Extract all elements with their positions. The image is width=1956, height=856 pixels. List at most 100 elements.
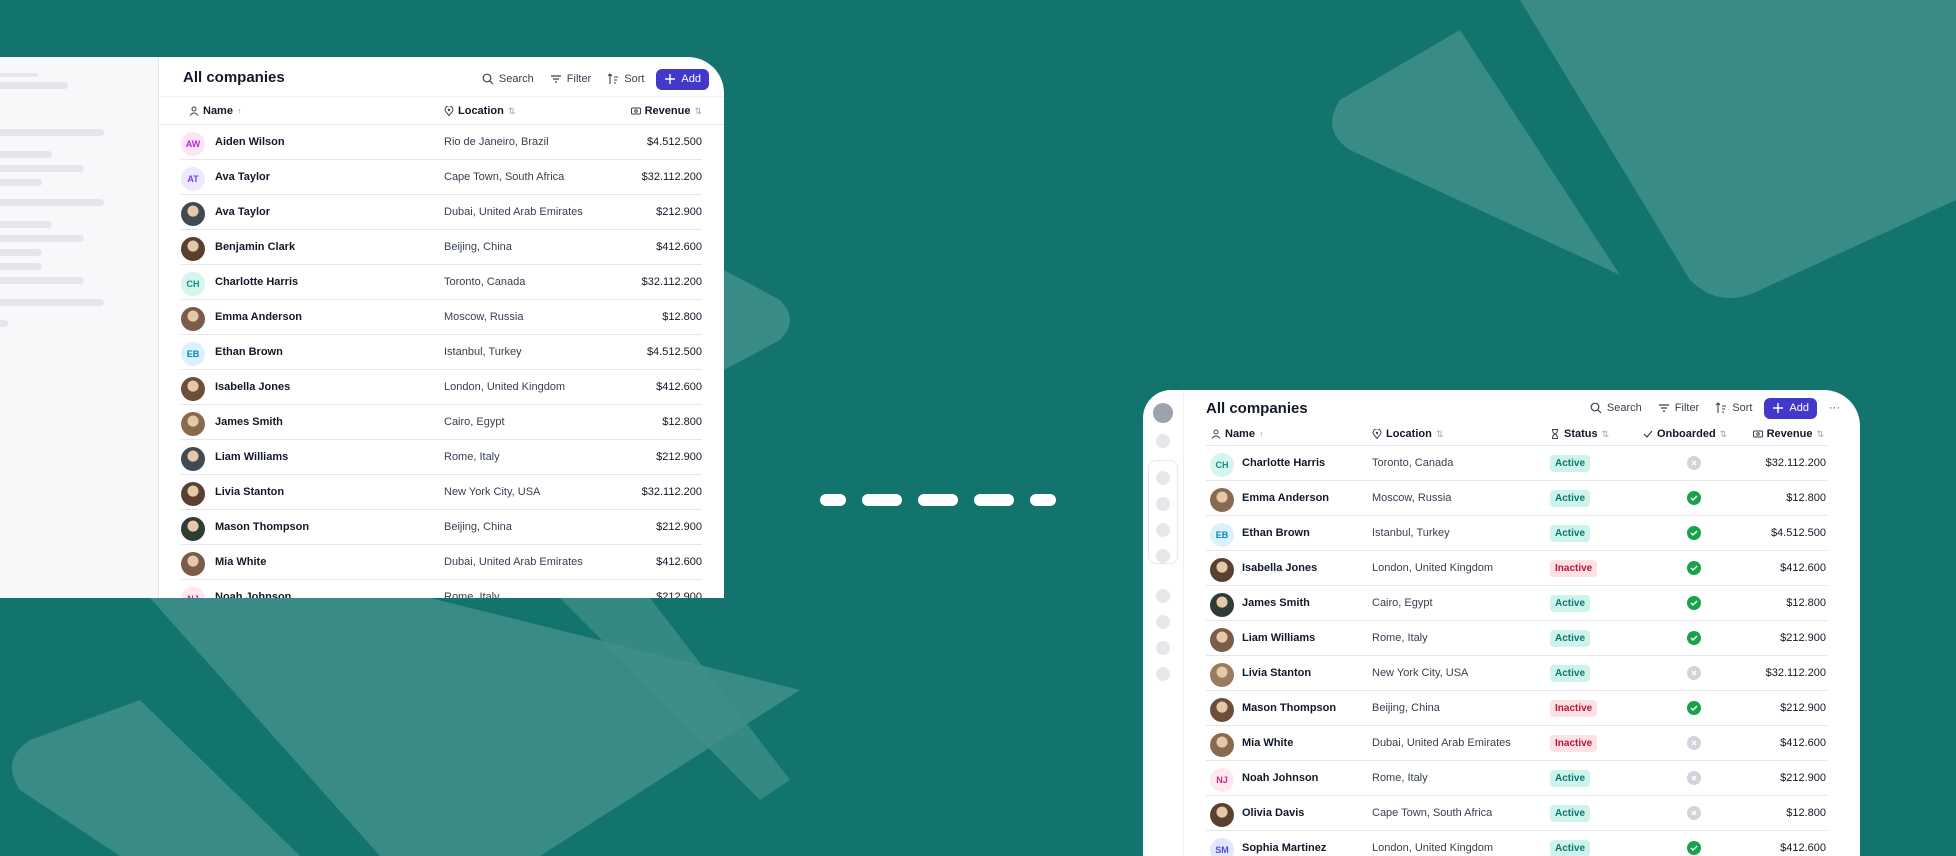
table-row[interactable]: EB Ethan Brown Istanbul, Turkey Active $4.51…	[1206, 516, 1828, 551]
table-row[interactable]: Isabella Jones London, United Kingdom Inac…	[1206, 551, 1828, 586]
table-row[interactable]: AT Ava Taylor Cape Town, South Africa $32.1…	[181, 160, 702, 195]
skeleton-bar	[0, 320, 8, 327]
avatar-initials: EB	[181, 342, 205, 366]
more-options-button[interactable]: ···	[1825, 397, 1844, 419]
table-row[interactable]: James Smith Cairo, Egypt $12.800	[181, 405, 702, 440]
sort-button[interactable]: Sort	[1711, 397, 1756, 419]
money-icon	[1752, 430, 1763, 438]
add-button[interactable]: Add	[1764, 397, 1817, 419]
table-row[interactable]: James Smith Cairo, Egypt Active $12.800	[1206, 586, 1828, 621]
company-location: Toronto, Canada	[444, 276, 526, 288]
avatar-photo	[1210, 803, 1234, 827]
table-row[interactable]: Liam Williams Rome, Italy $212.900	[181, 440, 702, 475]
table-row[interactable]: CH Charlotte Harris Toronto, Canada Active $…	[1206, 446, 1828, 481]
plus-icon	[1773, 403, 1784, 413]
companies-panel-right: All companies Search Filter Sort Add ···…	[1143, 390, 1860, 856]
workspace-avatar[interactable]	[1153, 403, 1173, 423]
column-header-location[interactable]: Location ⇅	[444, 105, 515, 117]
add-label: Add	[681, 73, 701, 85]
company-location: New York City, USA	[1372, 667, 1469, 679]
filter-button[interactable]: Filter	[1654, 397, 1703, 419]
page-title: All companies	[1206, 400, 1308, 417]
sort-label: Sort	[1732, 402, 1753, 414]
nav-icon[interactable]	[1156, 434, 1170, 448]
money-icon	[630, 107, 641, 115]
column-header-name[interactable]: Name ↑	[189, 105, 241, 117]
table-row[interactable]: NJ Noah Johnson Rome, Italy Active $212.900	[1206, 761, 1828, 796]
column-header-status[interactable]: Status ⇅	[1550, 428, 1609, 440]
nav-icon[interactable]	[1156, 523, 1170, 537]
company-name: Mia White	[1242, 737, 1294, 749]
avatar-photo	[181, 552, 205, 576]
table-row[interactable]: Mason Thompson Beijing, China $212.900	[181, 510, 702, 545]
search-label: Search	[1606, 402, 1642, 414]
search-button[interactable]: Search	[478, 68, 538, 90]
table-row[interactable]: Livia Stanton New York City, USA Active $32…	[1206, 656, 1828, 691]
table-row[interactable]: Olivia Davis Cape Town, South Africa Activ…	[1206, 796, 1828, 831]
company-name: Noah Johnson	[1242, 772, 1319, 784]
column-label: Revenue	[644, 105, 691, 117]
search-button[interactable]: Search	[1586, 397, 1646, 419]
table-row[interactable]: SM Sophia Martinez London, United Kingdom A…	[1206, 831, 1828, 856]
column-label: Onboarded	[1657, 428, 1716, 440]
status-badge: Active	[1550, 525, 1591, 542]
nav-icon[interactable]	[1156, 589, 1170, 603]
table-row[interactable]: Liam Williams Rome, Italy Active $212.900	[1206, 621, 1828, 656]
company-name: Liam Williams	[215, 451, 289, 463]
sort-button[interactable]: Sort	[603, 68, 648, 90]
search-icon	[1590, 402, 1602, 414]
avatar-initials: EB	[1210, 523, 1234, 547]
divider-dash	[974, 494, 1014, 506]
table-row[interactable]: Emma Anderson Moscow, Russia Active $12.800	[1206, 481, 1828, 516]
company-location: Istanbul, Turkey	[1372, 527, 1450, 539]
column-header-revenue[interactable]: Revenue ⇅	[1752, 428, 1824, 440]
column-header-onboarded[interactable]: Onboarded ⇅	[1643, 428, 1727, 440]
company-location: Cairo, Egypt	[444, 416, 505, 428]
pin-icon	[444, 106, 454, 116]
sort-icon: ⇅	[1719, 428, 1728, 439]
company-location: Cape Town, South Africa	[444, 171, 565, 183]
table-row[interactable]: Mia White Dubai, United Arab Emirates $412…	[181, 545, 702, 580]
avatar-initials: CH	[181, 272, 205, 296]
table-row[interactable]: CH Charlotte Harris Toronto, Canada $32.112…	[181, 265, 702, 300]
sidebar-icons	[1143, 390, 1184, 856]
nav-icon[interactable]	[1156, 667, 1170, 681]
company-name: Emma Anderson	[215, 311, 303, 323]
table-row[interactable]: EB Ethan Brown Istanbul, Turkey $4.512.500	[181, 335, 702, 370]
table-header: Name ↑ Location ⇅ Revenue ⇅	[159, 97, 724, 125]
table-row[interactable]: Mia White Dubai, United Arab Emirates Inac…	[1206, 726, 1828, 761]
nav-icon[interactable]	[1156, 497, 1170, 511]
nav-icon[interactable]	[1156, 471, 1170, 485]
company-name: Charlotte Harris	[1242, 457, 1326, 469]
avatar-photo	[1210, 663, 1234, 687]
table-row[interactable]: AW Aiden Wilson Rio de Janeiro, Brazil $4.5…	[181, 125, 702, 160]
column-header-location[interactable]: Location ⇅	[1372, 428, 1443, 440]
company-revenue: $32.112.200	[1765, 667, 1826, 679]
person-icon	[1211, 429, 1221, 439]
filter-button[interactable]: Filter	[546, 68, 595, 90]
company-name: Mason Thompson	[1242, 702, 1337, 714]
divider-dash	[862, 494, 902, 506]
table-row[interactable]: Mason Thompson Beijing, China Inactive $212…	[1206, 691, 1828, 726]
main-content: All companies Search Filter Sort Add	[1184, 390, 1860, 856]
nav-icon[interactable]	[1156, 615, 1170, 629]
column-label: Name	[203, 105, 233, 117]
company-location: Moscow, Russia	[444, 311, 524, 323]
add-button[interactable]: Add	[656, 68, 709, 90]
table-row[interactable]: Emma Anderson Moscow, Russia $12.800	[181, 300, 702, 335]
column-header-revenue[interactable]: Revenue ⇅	[630, 105, 702, 117]
nav-icon[interactable]	[1156, 549, 1170, 563]
status-badge: Active	[1550, 595, 1591, 612]
company-location: Rome, Italy	[444, 591, 500, 598]
skeleton-bar	[0, 263, 42, 270]
table-row[interactable]: NJ Noah Johnson Rome, Italy $212.900	[181, 580, 702, 598]
company-location: Beijing, China	[444, 521, 512, 533]
table-row[interactable]: Livia Stanton New York City, USA $32.112.2…	[181, 475, 702, 510]
table-row[interactable]: Benjamin Clark Beijing, China $412.600	[181, 230, 702, 265]
skeleton-bar	[0, 299, 104, 306]
table-row[interactable]: Isabella Jones London, United Kingdom $412…	[181, 370, 702, 405]
column-header-name[interactable]: Name ↑	[1211, 428, 1263, 440]
nav-icon[interactable]	[1156, 641, 1170, 655]
table-row[interactable]: Ava Taylor Dubai, United Arab Emirates $21…	[181, 195, 702, 230]
status-badge: Active	[1550, 665, 1591, 682]
